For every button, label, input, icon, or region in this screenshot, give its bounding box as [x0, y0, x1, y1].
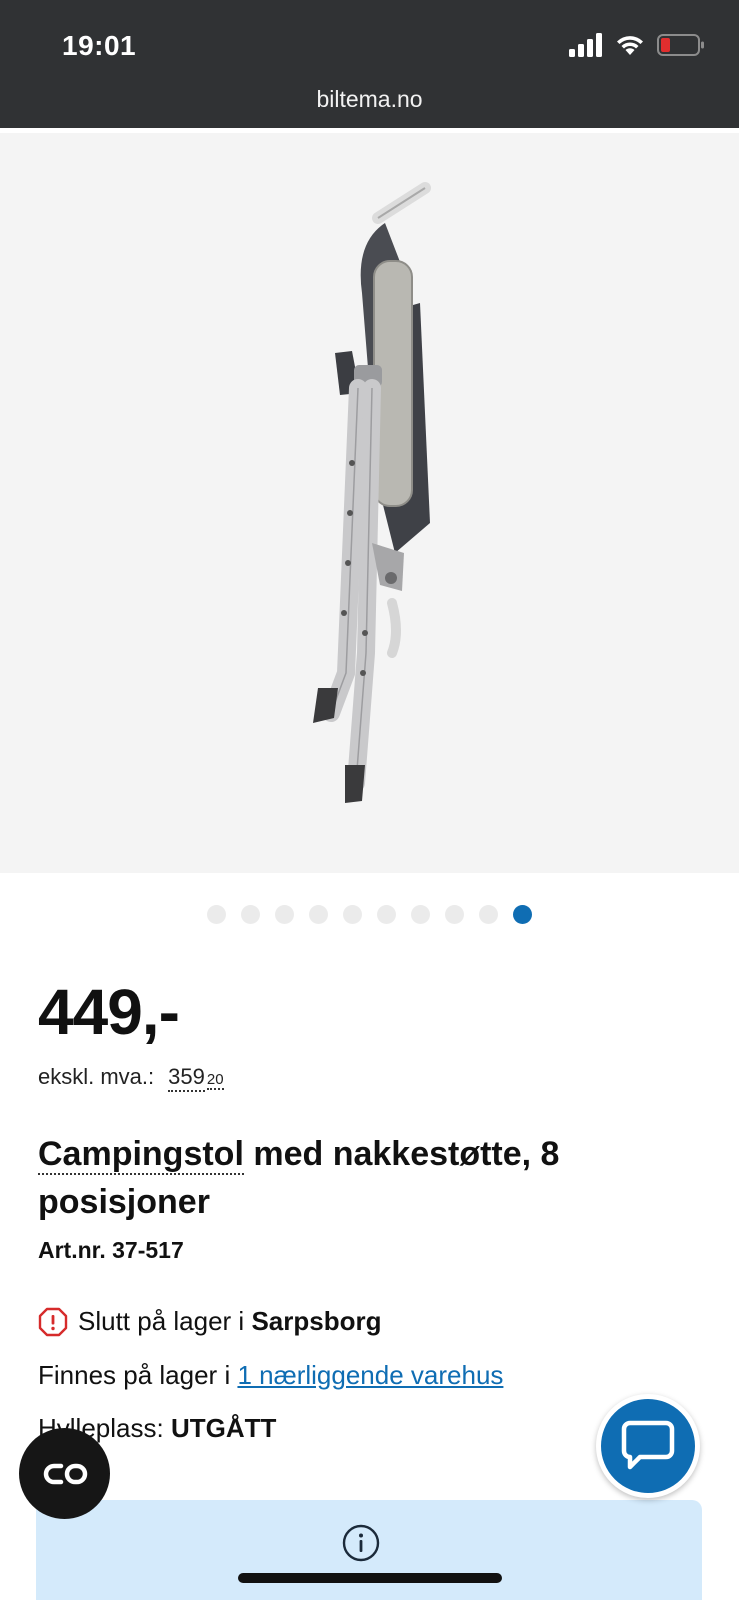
ex-vat-price: ekskl. mva.: 359 20: [38, 1064, 224, 1092]
stock-status: Slutt på lager i Sarpsborg: [38, 1306, 381, 1337]
url-label[interactable]: biltema.no: [0, 86, 739, 113]
nearby-prefix: Finnes på lager i: [38, 1360, 238, 1390]
ex-vat-value: 359: [168, 1064, 205, 1092]
store-name: Sarpsborg: [251, 1306, 382, 1336]
status-bar: 19:01 biltema.no: [0, 0, 739, 128]
gallery-dot[interactable]: [445, 905, 464, 924]
gallery-dot[interactable]: [275, 905, 294, 924]
battery-icon: [657, 34, 704, 56]
gallery-dot[interactable]: [343, 905, 362, 924]
status-time: 19:01: [62, 30, 137, 61]
signal-icon: [569, 33, 602, 57]
compare-icon: [43, 1463, 87, 1484]
gallery-dot[interactable]: [411, 905, 430, 924]
product-image: [313, 182, 431, 803]
gallery-dot[interactable]: [207, 905, 226, 924]
stock-status-text: Slutt på lager i Sarpsborg: [78, 1306, 382, 1336]
product-image-gallery[interactable]: [0, 133, 739, 873]
ex-vat-decimals: 20: [206, 1071, 224, 1090]
product-price: 449,-: [38, 976, 180, 1048]
wifi-icon: [617, 36, 643, 55]
gallery-dot[interactable]: [513, 905, 532, 924]
gallery-dot[interactable]: [479, 905, 498, 924]
info-icon: [342, 1524, 380, 1562]
product-category-link[interactable]: Campingstol: [38, 1135, 244, 1175]
gallery-pagination: [0, 905, 739, 924]
shelf-value: UTGÅTT: [170, 1413, 277, 1443]
ex-vat-label: ekskl. mva.:: [38, 1064, 155, 1089]
gallery-dot[interactable]: [309, 905, 328, 924]
info-box[interactable]: [36, 1500, 702, 1600]
product-title: Campingstol med nakkestøtte, 8 posisjone…: [38, 1130, 678, 1226]
home-indicator: [238, 1573, 502, 1583]
gallery-dot[interactable]: [377, 905, 396, 924]
compare-button[interactable]: [19, 1428, 110, 1519]
chat-icon: [621, 1420, 675, 1470]
gallery-dot[interactable]: [241, 905, 260, 924]
nearby-stock: Finnes på lager i 1 nærliggende varehus: [38, 1360, 503, 1391]
article-number: Art.nr. 37-517: [38, 1237, 184, 1263]
status-icons: [569, 32, 705, 58]
chat-button[interactable]: [596, 1394, 700, 1498]
nearby-stores-link[interactable]: 1 nærliggende varehus: [237, 1360, 503, 1390]
warning-icon: [38, 1307, 68, 1336]
